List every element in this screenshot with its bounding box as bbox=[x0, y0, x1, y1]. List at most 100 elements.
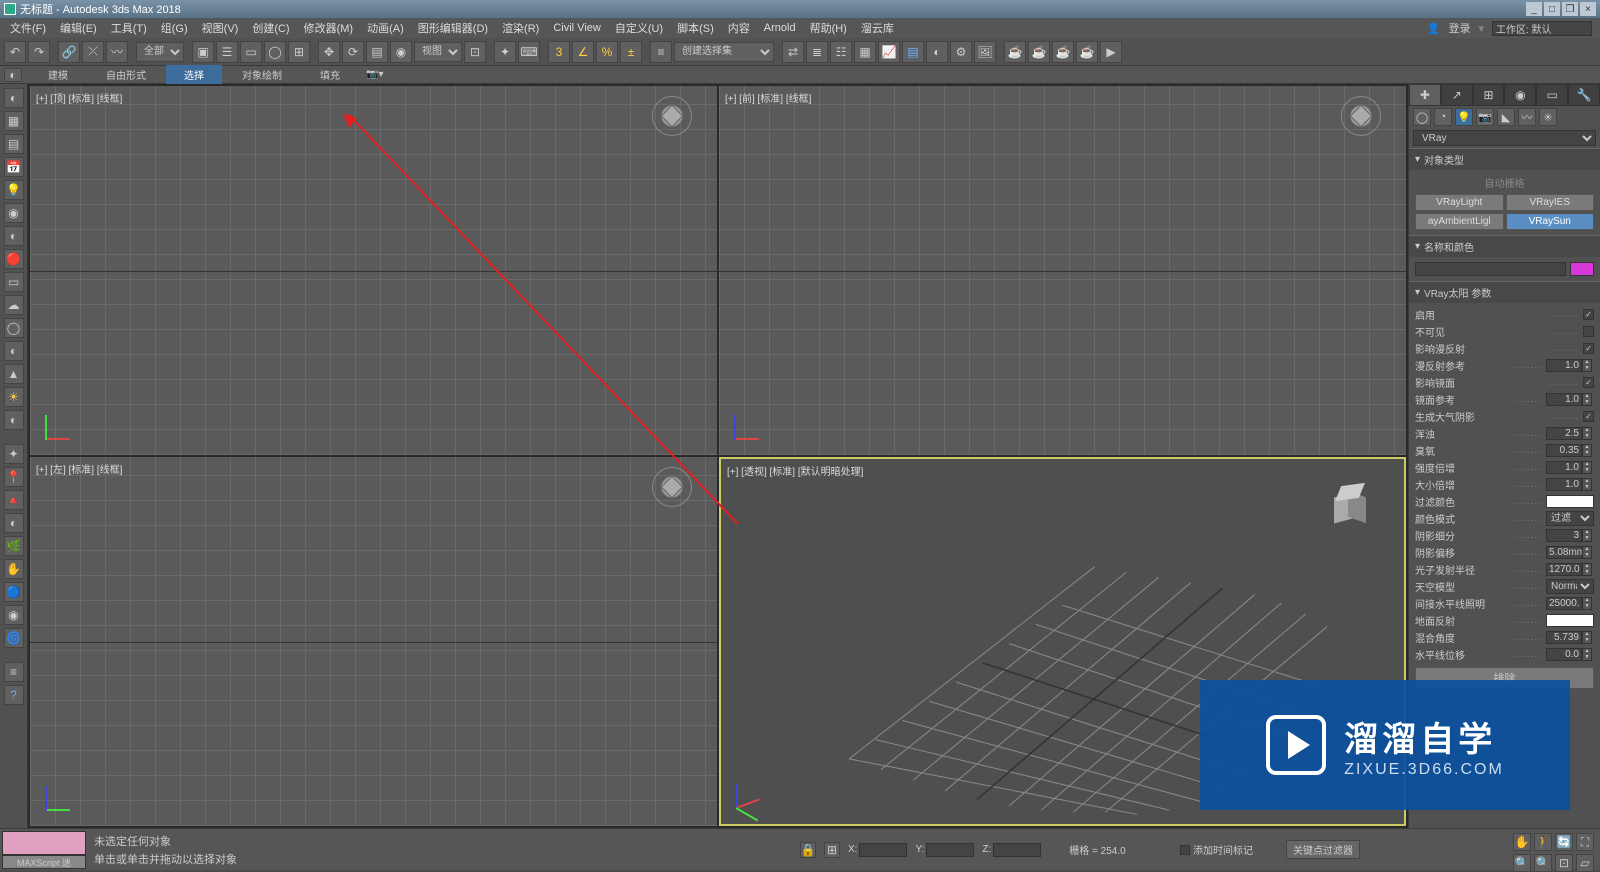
param-shsub-control[interactable]: 3▲▼ bbox=[1546, 529, 1594, 542]
lt-btn-4[interactable]: 📅 bbox=[4, 157, 24, 177]
nav-fov-icon[interactable]: ▱ bbox=[1576, 854, 1594, 872]
lt-btn-1[interactable]: ◐ bbox=[4, 88, 24, 108]
lt-btn-24[interactable]: 🌀 bbox=[4, 628, 24, 648]
cmdtab-motion[interactable]: ◉ bbox=[1504, 84, 1536, 106]
keyboard-shortcut-button[interactable]: ⌨ bbox=[518, 41, 540, 63]
param-cmode-control[interactable]: 过滤 bbox=[1546, 511, 1594, 526]
menu-render[interactable]: 渲染(R) bbox=[496, 18, 545, 38]
ribbon-tab-populate[interactable]: 填充 bbox=[302, 65, 358, 84]
lt-btn-18[interactable]: 🔺 bbox=[4, 490, 24, 510]
nav-zoom-icon[interactable]: 🔍 bbox=[1513, 854, 1531, 872]
addtime-checkbox[interactable] bbox=[1180, 845, 1190, 855]
ribbon-tab-objectpaint[interactable]: 对象绘制 bbox=[224, 65, 300, 84]
nav-zoomext-icon[interactable]: ⊡ bbox=[1555, 854, 1573, 872]
cmdtab-modify[interactable]: ↗ bbox=[1441, 84, 1473, 106]
rollout-objtype-header[interactable]: ▾ 对象类型 bbox=[1409, 149, 1600, 170]
cmdtab-utilities[interactable]: 🔧 bbox=[1568, 84, 1600, 106]
lt-btn-20[interactable]: 🌿 bbox=[4, 536, 24, 556]
cmdtab-create[interactable]: ✚ bbox=[1409, 84, 1441, 106]
viewport-front-label[interactable]: [+] [前] [标准] [线框] bbox=[725, 90, 811, 105]
menu-modifiers[interactable]: 修改器(M) bbox=[298, 18, 360, 38]
rollout-sun-header[interactable]: ▾ VRay太阳 参数 bbox=[1409, 282, 1600, 303]
select-region-rect[interactable]: ▭ bbox=[240, 41, 262, 63]
lt-btn-23[interactable]: ◉ bbox=[4, 605, 24, 625]
login-label[interactable]: 登录 bbox=[1448, 20, 1470, 36]
viewcube-persp[interactable] bbox=[1324, 479, 1374, 529]
viewport-top[interactable]: [+] [顶] [标准] [线框] bbox=[30, 86, 717, 455]
param-photon-control[interactable]: 1270.0▲▼ bbox=[1546, 563, 1594, 576]
lt-btn-8[interactable]: 🔴 bbox=[4, 249, 24, 269]
coord-x-input[interactable] bbox=[859, 843, 907, 857]
user-icon[interactable]: 👤 bbox=[1427, 22, 1441, 35]
select-region-circ[interactable]: ◯ bbox=[264, 41, 286, 63]
cat-cameras[interactable]: 📷 bbox=[1476, 108, 1494, 126]
material-editor-button[interactable]: ◐ bbox=[926, 41, 948, 63]
param-shbias-control[interactable]: 5.08mm▲▼ bbox=[1546, 546, 1594, 559]
menu-content[interactable]: 内容 bbox=[722, 18, 756, 38]
rotate-button[interactable]: ⟳ bbox=[342, 41, 364, 63]
unlink-button[interactable]: ⤫ bbox=[82, 41, 104, 63]
param-hoffset-control[interactable]: 0.0▲▼ bbox=[1546, 648, 1594, 661]
lt-btn-6[interactable]: ◉ bbox=[4, 203, 24, 223]
lt-btn-19[interactable]: ◐ bbox=[4, 513, 24, 533]
layer-button[interactable]: ☷ bbox=[830, 41, 852, 63]
param-diffuse-control[interactable]: ✓ bbox=[1583, 343, 1594, 354]
param-enable-control[interactable]: ✓ bbox=[1583, 309, 1594, 320]
status-color-box[interactable] bbox=[2, 831, 86, 855]
lt-btn-25[interactable]: ≡ bbox=[4, 662, 24, 682]
nav-zoomall-icon[interactable]: 🔍 bbox=[1534, 854, 1552, 872]
nav-maximize-icon[interactable]: ⛶ bbox=[1576, 833, 1594, 851]
lt-btn-2[interactable]: ▦ bbox=[4, 111, 24, 131]
percent-snap-button[interactable]: % bbox=[596, 41, 618, 63]
select-object-button[interactable]: ▣ bbox=[192, 41, 214, 63]
addtime-label[interactable]: 添加时间标记 bbox=[1193, 842, 1253, 857]
menu-liuyun[interactable]: 溜云库 bbox=[855, 18, 900, 38]
curve-editor-button[interactable]: 📈 bbox=[878, 41, 900, 63]
btn-vrayambient[interactable]: ayAmbientLigl bbox=[1415, 213, 1504, 230]
render-button[interactable]: ▶ bbox=[1100, 41, 1122, 63]
rollout-namecolor-header[interactable]: ▾ 名称和颜色 bbox=[1409, 236, 1600, 257]
lt-btn-21[interactable]: ✋ bbox=[4, 559, 24, 579]
undo-button[interactable]: ↶ bbox=[4, 41, 26, 63]
viewcube-left[interactable] bbox=[652, 467, 692, 507]
menu-civilview[interactable]: Civil View bbox=[547, 20, 606, 36]
nav-walk-icon[interactable]: 🚶 bbox=[1534, 833, 1552, 851]
angle-snap-button[interactable]: ∠ bbox=[572, 41, 594, 63]
viewport-front[interactable]: [+] [前] [标准] [线框] bbox=[719, 86, 1406, 455]
bind-button[interactable]: 〰 bbox=[106, 41, 128, 63]
spinner-snap-button[interactable]: ± bbox=[620, 41, 642, 63]
menu-tools[interactable]: 工具(T) bbox=[105, 18, 153, 38]
param-blend-control[interactable]: 5.739▲▼ bbox=[1546, 631, 1594, 644]
menu-animation[interactable]: 动画(A) bbox=[361, 18, 410, 38]
create-dropdown[interactable]: VRay bbox=[1413, 130, 1596, 146]
lt-btn-14[interactable]: ☀ bbox=[4, 387, 24, 407]
viewport-persp-label[interactable]: [+] [透视] [标准] [默认明暗处理] bbox=[727, 463, 863, 478]
coord-icon[interactable]: ⊞ bbox=[824, 842, 840, 858]
object-color-swatch[interactable] bbox=[1570, 262, 1594, 276]
lt-btn-7[interactable]: ◐ bbox=[4, 226, 24, 246]
menu-views[interactable]: 视图(V) bbox=[196, 18, 245, 38]
cat-helpers[interactable]: ◣ bbox=[1497, 108, 1515, 126]
close-button[interactable]: × bbox=[1580, 2, 1596, 16]
render-setup-button[interactable]: ⚙ bbox=[950, 41, 972, 63]
menu-edit[interactable]: 编辑(E) bbox=[54, 18, 103, 38]
redo-button[interactable]: ↷ bbox=[28, 41, 50, 63]
param-horiz-control[interactable]: 25000.▲▼ bbox=[1546, 597, 1594, 610]
workspace-selector[interactable] bbox=[1492, 21, 1592, 36]
ribbon-camera-icon[interactable]: 📷▾ bbox=[360, 67, 389, 82]
viewport-left[interactable]: [+] [左] [标准] [线框] bbox=[30, 457, 717, 826]
lt-btn-22[interactable]: 🔵 bbox=[4, 582, 24, 602]
ribbon-tab-freeform[interactable]: 自由形式 bbox=[88, 65, 164, 84]
window-crossing-button[interactable]: ⊞ bbox=[288, 41, 310, 63]
move-button[interactable]: ✥ bbox=[318, 41, 340, 63]
manipulate-button[interactable]: ✦ bbox=[494, 41, 516, 63]
param-skymodel-control[interactable]: Normal bbox=[1546, 579, 1594, 594]
teapot3-button[interactable]: ☕ bbox=[1052, 41, 1074, 63]
cat-systems[interactable]: ✳ bbox=[1539, 108, 1557, 126]
menu-help[interactable]: 帮助(H) bbox=[804, 18, 853, 38]
param-size-control[interactable]: 1.0▲▼ bbox=[1546, 478, 1594, 491]
ribbon-tab-modeling[interactable]: 建模 bbox=[30, 65, 86, 84]
lt-btn-5[interactable]: 💡 bbox=[4, 180, 24, 200]
lt-btn-16[interactable]: ✦ bbox=[4, 444, 24, 464]
param-ground-control[interactable] bbox=[1546, 614, 1594, 627]
